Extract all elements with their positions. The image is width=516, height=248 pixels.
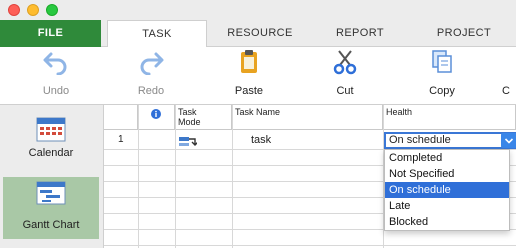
health-option-not-specified[interactable]: Not Specified (385, 166, 509, 182)
grid-row-line (104, 245, 516, 246)
task-toolbar: Undo Redo Paste Cut Copy C (0, 47, 516, 105)
redo-button[interactable]: Redo (121, 49, 181, 97)
scissors-icon (333, 50, 357, 75)
gantt-chart-icon (36, 181, 66, 205)
copy-button[interactable]: Copy (412, 49, 472, 97)
cut-button[interactable]: Cut (315, 49, 375, 97)
paste-label: Paste (234, 85, 264, 97)
auto-schedule-mode-icon (179, 137, 197, 146)
overflow-tool-button[interactable]: C (496, 49, 516, 97)
sidebar-item-calendar[interactable]: Calendar (3, 109, 99, 177)
undo-label: Undo (42, 85, 70, 97)
task-name-cell[interactable]: task (251, 134, 271, 146)
title-bar (0, 0, 516, 20)
column-header-task-name[interactable]: Task Name (232, 105, 383, 130)
column-header-task-name-label: Task Name (235, 107, 281, 117)
health-option-on-schedule[interactable]: On schedule (385, 182, 509, 198)
sidebar-item-gantt-chart[interactable]: Gantt Chart (3, 177, 99, 239)
health-option-blocked[interactable]: Blocked (385, 214, 509, 230)
grid-divider (138, 105, 139, 248)
column-header-health[interactable]: Health (383, 105, 516, 130)
copy-icon (432, 50, 452, 73)
ribbon-tabs: FILE TASK RESOURCE REPORT PROJECT (0, 20, 516, 48)
minimize-window-button[interactable] (27, 4, 39, 16)
overflow-tool-icon (496, 49, 516, 75)
tab-task[interactable]: TASK (107, 20, 207, 48)
grid-divider (175, 105, 176, 248)
tab-resource[interactable]: RESOURCE (212, 20, 308, 47)
column-header-health-label: Health (386, 107, 413, 117)
overflow-tool-label: C (502, 85, 510, 97)
row-id: 1 (118, 134, 124, 145)
health-dropdown-menu: Completed Not Specified On schedule Late… (384, 149, 510, 231)
redo-icon (140, 52, 164, 75)
cut-label: Cut (336, 85, 354, 97)
column-header-task-mode-line2: Mode (178, 117, 201, 127)
health-combobox-value: On schedule (389, 134, 451, 146)
undo-icon (43, 52, 67, 75)
undo-button[interactable]: Undo (26, 49, 86, 97)
paste-button[interactable]: Paste (219, 49, 279, 97)
chevron-down-icon (504, 138, 514, 144)
view-sidebar: Calendar Gantt Chart (0, 105, 104, 248)
tab-file[interactable]: FILE (0, 20, 101, 47)
redo-label: Redo (137, 85, 165, 97)
column-header-info[interactable] (138, 105, 175, 130)
task-grid: Task Mode Task Name Health 1 task On sch… (104, 105, 516, 248)
column-header-id (104, 105, 138, 130)
sidebar-item-gantt-chart-label: Gantt Chart (22, 219, 80, 231)
grid-divider (232, 105, 233, 248)
column-header-task-mode[interactable]: Task Mode (175, 105, 232, 130)
copy-label: Copy (429, 85, 455, 97)
maximize-window-button[interactable] (46, 4, 58, 16)
health-option-completed[interactable]: Completed (385, 150, 509, 166)
calendar-icon (36, 117, 66, 142)
column-header-task-mode-line1: Task (178, 107, 197, 117)
paste-icon (241, 50, 257, 73)
close-window-button[interactable] (8, 4, 20, 16)
tab-project[interactable]: PROJECT (412, 20, 516, 47)
health-combobox[interactable]: On schedule (384, 132, 516, 149)
info-icon (151, 109, 161, 119)
health-option-late[interactable]: Late (385, 198, 509, 214)
tab-report[interactable]: REPORT (314, 20, 406, 47)
health-dropdown-button[interactable] (501, 133, 516, 148)
sidebar-item-calendar-label: Calendar (28, 147, 74, 159)
